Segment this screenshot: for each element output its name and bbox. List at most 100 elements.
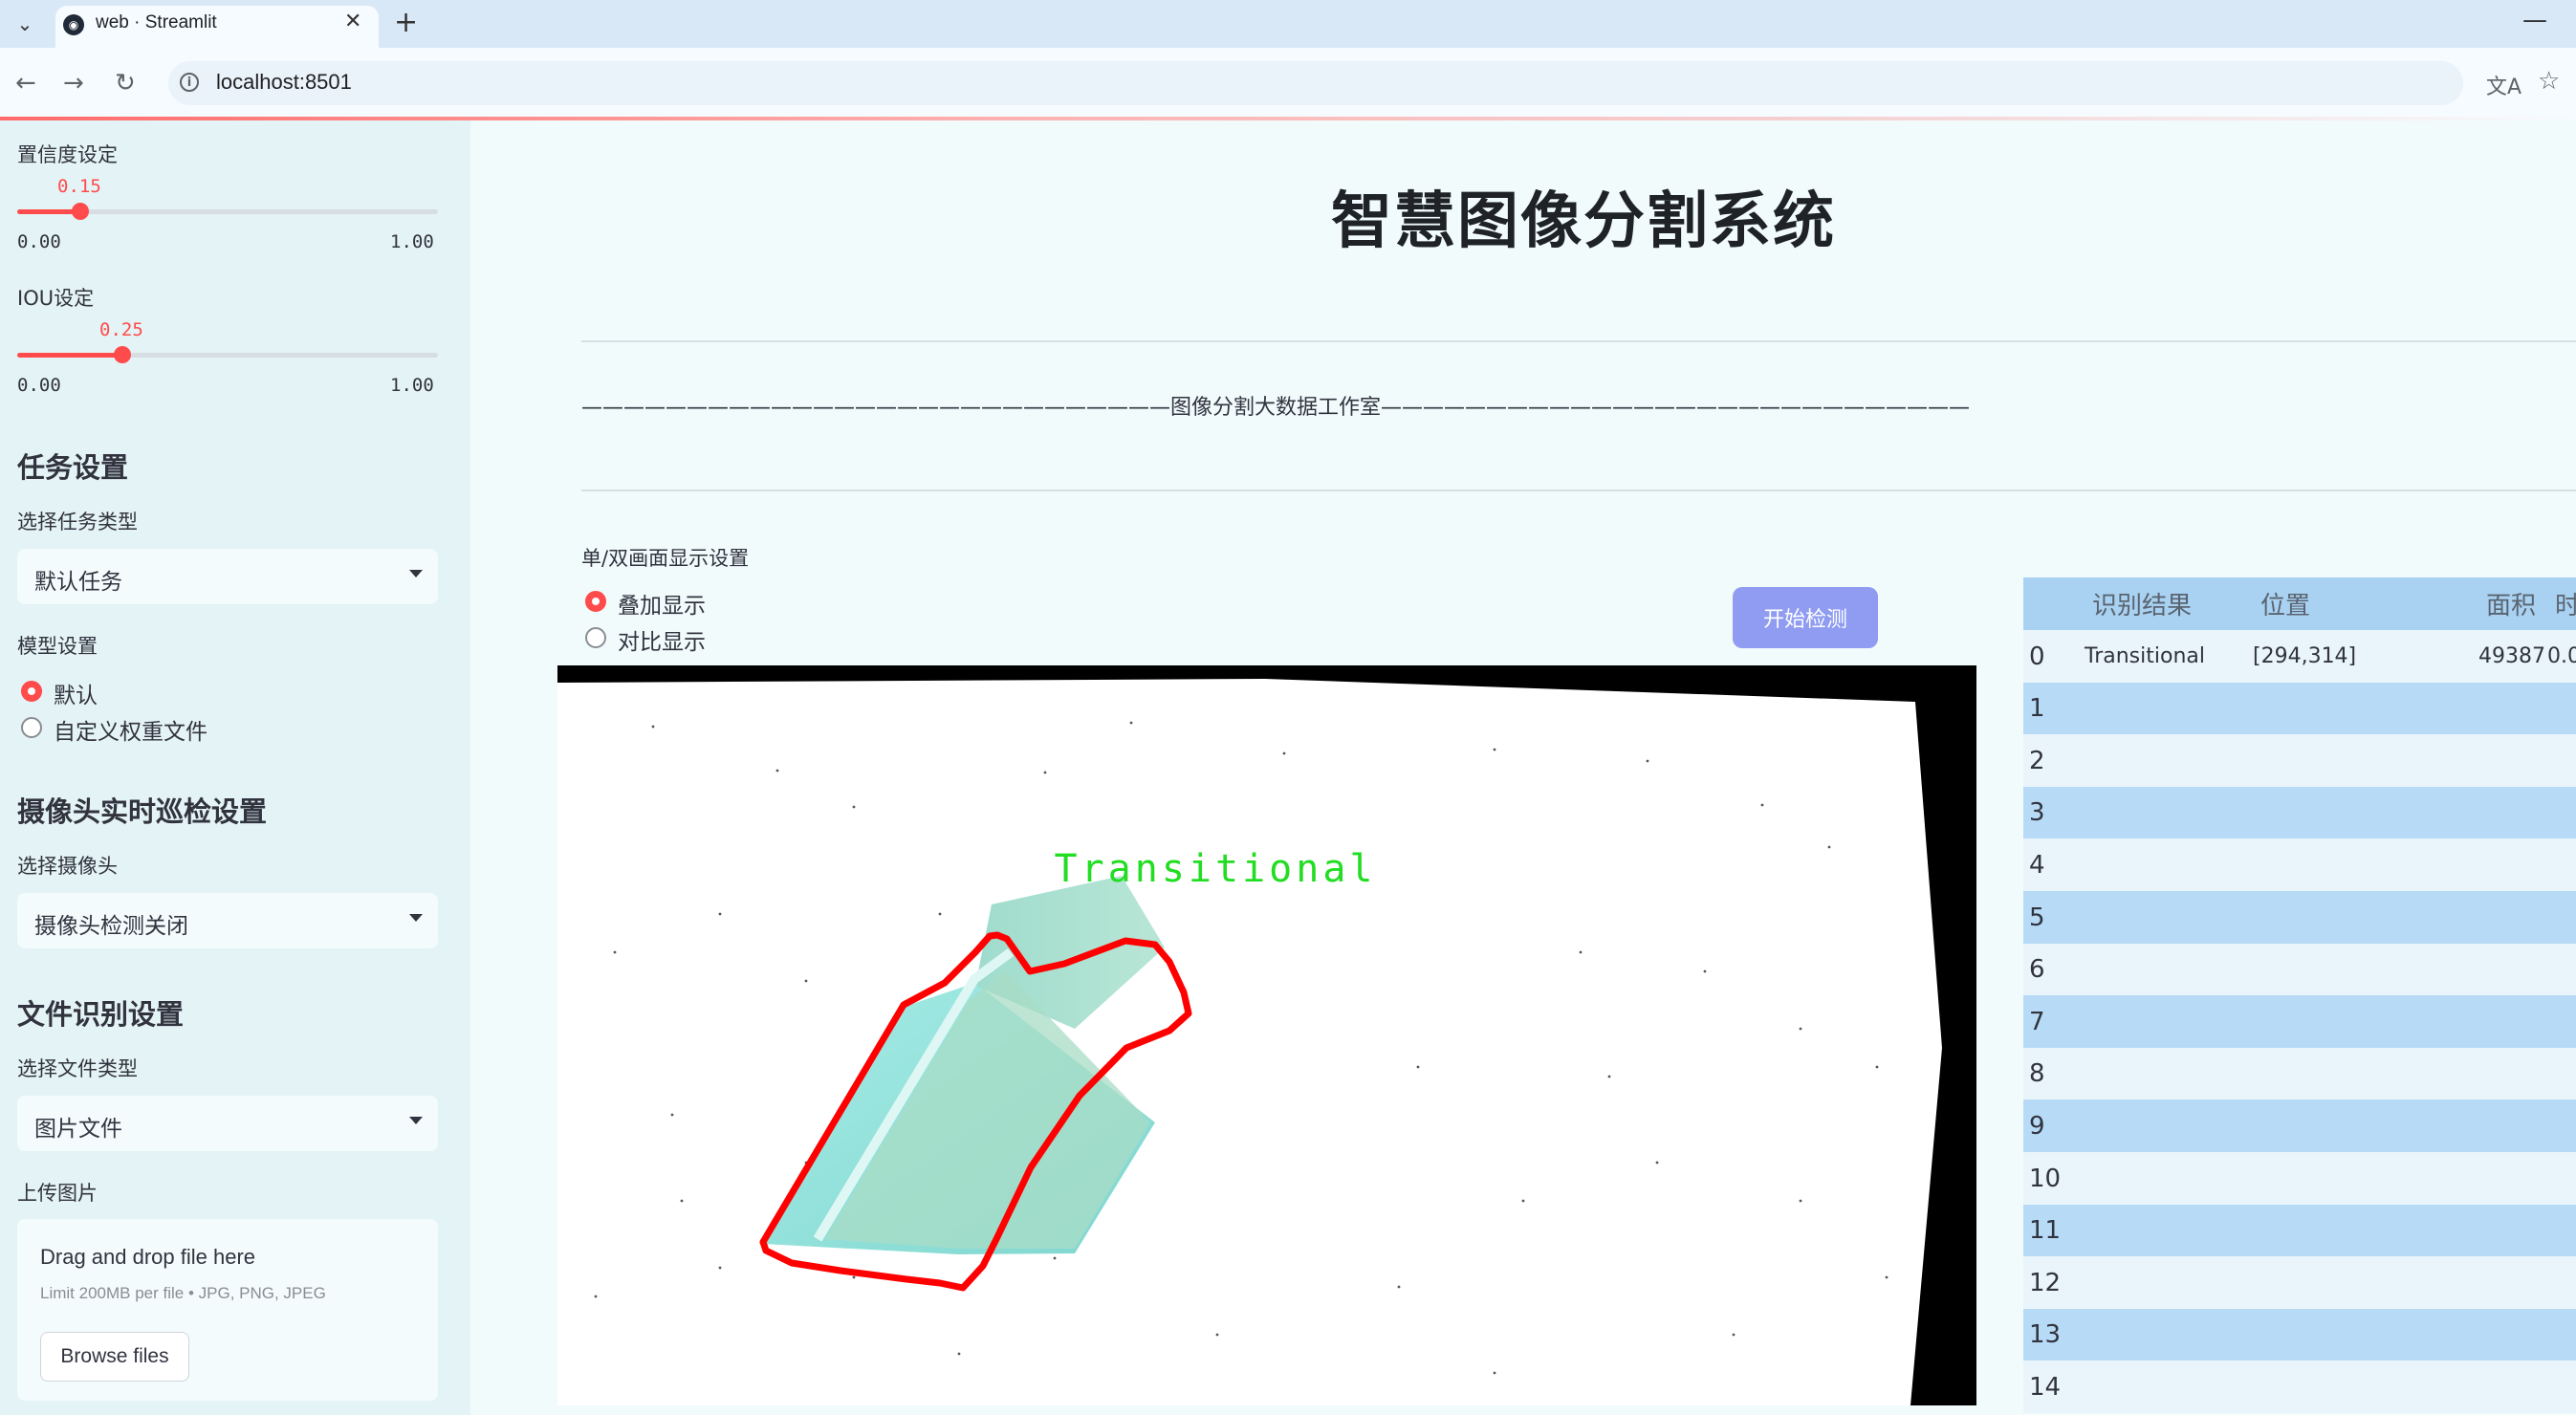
row-index: 10 [2029, 1164, 2062, 1193]
column-header[interactable]: 时间 [2555, 577, 2576, 630]
overlay-display-radio[interactable] [585, 591, 606, 612]
row-index: 4 [2029, 850, 2045, 880]
column-header[interactable]: 识别结果 [2092, 577, 2192, 630]
row-index: 2 [2029, 746, 2045, 775]
model-custom-radio[interactable] [21, 717, 42, 738]
divider-bottom [581, 490, 2576, 491]
task-type-select[interactable]: 默认任务 [17, 549, 438, 604]
browse-files-button[interactable]: Browse files [40, 1332, 189, 1382]
model-custom-label[interactable]: 自定义权重文件 [54, 713, 207, 746]
page-title: 智慧图像分割系统 [1331, 186, 1836, 257]
compare-display-label[interactable]: 对比显示 [618, 623, 706, 656]
file-settings-title: 文件识别设置 [17, 998, 185, 1031]
row-index: 9 [2029, 1111, 2045, 1141]
iou-slider-thumb[interactable] [114, 346, 131, 363]
cell-area: 49387 [2478, 644, 2545, 668]
back-arrow-icon[interactable]: ← [15, 69, 36, 98]
row-index: 13 [2029, 1320, 2062, 1350]
dropzone-limit: Limit 200MB per file • JPG, PNG, JPEG [40, 1284, 326, 1302]
table-row[interactable]: 7 [2023, 995, 2576, 1049]
confidence-min: 0.00 [17, 231, 61, 252]
row-index: 6 [2029, 955, 2045, 985]
compare-display-radio[interactable] [585, 627, 606, 648]
task-type-value: 默认任务 [34, 570, 122, 595]
address-url[interactable]: localhost:8501 [216, 70, 352, 95]
table-row[interactable]: 11 [2023, 1204, 2576, 1257]
iou-max: 1.00 [390, 375, 434, 396]
results-table[interactable]: 识别结果位置面积时间0Transitional[294,314]493870.0… [2023, 577, 2576, 1415]
camera-select[interactable]: 摄像头检测关闭 [17, 893, 438, 948]
streamlit-favicon-icon: ◉ [63, 14, 84, 35]
confidence-value: 0.15 [57, 176, 101, 197]
studio-banner: ————————————————————————————图像分割大数据工作室——… [581, 396, 1971, 420]
display-setting-label: 单/双画面显示设置 [581, 547, 750, 570]
table-row[interactable]: 4 [2023, 838, 2576, 892]
row-index: 1 [2029, 694, 2045, 724]
task-type-label: 选择任务类型 [17, 511, 138, 533]
camera-settings-title: 摄像头实时巡检设置 [17, 795, 268, 828]
row-index: 8 [2029, 1059, 2045, 1089]
new-tab-plus-icon[interactable]: + [394, 6, 418, 39]
table-row[interactable]: 5 [2023, 891, 2576, 944]
forward-arrow-icon[interactable]: → [63, 69, 84, 98]
segmentation-image-svg: Transitional [557, 679, 1942, 1405]
divider-top [581, 340, 2576, 342]
tab-title: web · Streamlit [96, 12, 217, 33]
table-row[interactable]: 1 [2023, 682, 2576, 735]
iou-min: 0.00 [17, 375, 61, 396]
row-index: 0 [2029, 642, 2045, 671]
window-minimize-icon[interactable]: — [2522, 6, 2547, 34]
table-row[interactable]: 2 [2023, 734, 2576, 788]
bookmark-star-icon[interactable]: ☆ [2538, 67, 2560, 96]
confidence-label: 置信度设定 [17, 143, 118, 166]
row-index: 5 [2029, 903, 2045, 932]
row-index: 14 [2029, 1372, 2062, 1402]
model-default-label[interactable]: 默认 [54, 677, 98, 709]
table-row[interactable]: 3 [2023, 786, 2576, 839]
file-type-select[interactable]: 图片文件 [17, 1096, 438, 1151]
cell-time: 0.05 [2547, 644, 2576, 668]
table-row[interactable]: 14 [2023, 1361, 2576, 1414]
cell-position: [294,314] [2253, 644, 2357, 668]
confidence-slider-thumb[interactable] [72, 203, 89, 220]
translate-icon[interactable]: 文A [2486, 70, 2521, 100]
model-default-radio[interactable] [21, 681, 42, 702]
tab-search-chevron-icon[interactable]: ⌄ [10, 9, 40, 39]
table-row[interactable]: 9 [2023, 1099, 2576, 1153]
file-type-label: 选择文件类型 [17, 1057, 138, 1080]
upload-label: 上传图片 [17, 1182, 98, 1205]
row-index: 11 [2029, 1216, 2062, 1246]
row-index: 12 [2029, 1268, 2062, 1297]
iou-slider-fill [17, 353, 122, 358]
table-row[interactable]: 13 [2023, 1308, 2576, 1361]
iou-label: IOU设定 [17, 287, 95, 310]
table-row[interactable]: 6 [2023, 943, 2576, 996]
table-row[interactable]: 12 [2023, 1256, 2576, 1310]
model-settings-label: 模型设置 [17, 635, 98, 658]
address-bar[interactable] [168, 61, 2463, 105]
table-row[interactable]: 8 [2023, 1047, 2576, 1100]
row-index: 3 [2029, 798, 2045, 828]
detection-result-image: Transitional [557, 665, 1976, 1405]
task-settings-title: 任务设置 [17, 451, 129, 484]
dropzone-title: Drag and drop file here [40, 1245, 256, 1269]
table-header: 识别结果 位置 面积时间 [2023, 577, 2576, 630]
start-detection-button[interactable]: 开始检测 [1733, 587, 1878, 648]
column-header[interactable]: 位置 [2260, 577, 2310, 630]
detection-class-label: Transitional [1055, 847, 1377, 891]
browser-tab-bar [0, 0, 2576, 48]
site-info-icon[interactable]: i [180, 73, 199, 92]
row-index: 7 [2029, 1007, 2045, 1036]
camera-select-label: 选择摄像头 [17, 855, 118, 878]
file-dropzone[interactable]: Drag and drop file here Limit 200MB per … [17, 1219, 438, 1401]
column-header[interactable]: 面积 [2486, 577, 2536, 630]
chevron-down-icon [409, 1117, 423, 1124]
file-type-value: 图片文件 [34, 1117, 122, 1142]
reload-icon[interactable]: ↻ [115, 69, 136, 98]
tab-close-icon[interactable]: ✕ [344, 10, 361, 33]
table-row[interactable]: 0 Transitional [294,314] 493870.05 [2023, 630, 2576, 683]
overlay-display-label[interactable]: 叠加显示 [618, 587, 706, 620]
cell-result: Transitional [2085, 644, 2205, 668]
camera-select-value: 摄像头检测关闭 [34, 914, 188, 939]
table-row[interactable]: 10 [2023, 1152, 2576, 1205]
